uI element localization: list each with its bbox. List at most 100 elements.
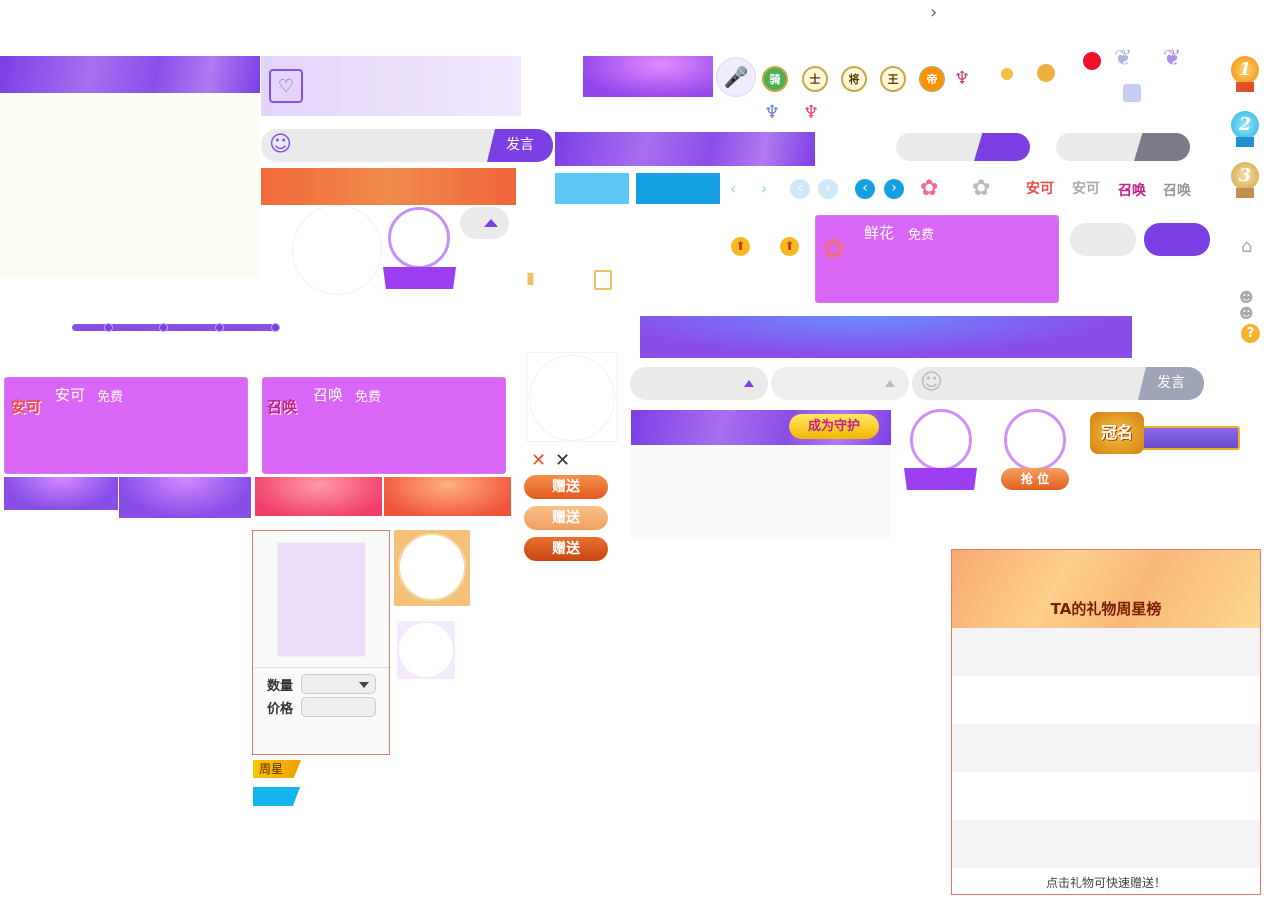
rank-row[interactable] xyxy=(952,724,1260,772)
caret-up-icon xyxy=(885,380,895,387)
gift-card-summon[interactable]: 召唤 召唤 免费 xyxy=(262,377,506,474)
chevron-right-icon[interactable]: › xyxy=(761,179,767,198)
home-icon[interactable]: ⌂ xyxy=(1241,236,1252,257)
wings-icon: ❦ xyxy=(1114,46,1133,71)
rank-1-medal-icon: 1 xyxy=(1231,56,1259,84)
king-level-icon: 王 xyxy=(880,66,906,92)
rank-row[interactable] xyxy=(952,628,1260,676)
close-icon[interactable]: ✕ xyxy=(531,450,546,471)
gradient-banner xyxy=(640,316,1132,358)
content-panel xyxy=(0,93,260,278)
gradient-tile xyxy=(384,477,511,516)
send-gift-button-hover[interactable]: 赠送 xyxy=(524,506,608,530)
chevron-right-icon[interactable]: › xyxy=(930,2,937,23)
dropdown-toggle[interactable] xyxy=(460,207,509,239)
caret-down-icon xyxy=(359,682,369,688)
toggle-switch-disabled[interactable] xyxy=(1056,133,1190,161)
avatar-frame xyxy=(388,207,450,269)
weekly-star-board: TA的礼物周星榜 点击礼物可快速赠送！ xyxy=(951,549,1261,895)
rose-icon[interactable]: ✿ xyxy=(920,176,938,201)
encore-sticker-icon[interactable]: 安可 xyxy=(1026,178,1054,198)
avatar-frame-small xyxy=(397,621,455,679)
dropdown-select[interactable] xyxy=(630,367,768,400)
send-gift-button-active[interactable]: 赠送 xyxy=(524,537,608,561)
rank-3-medal-icon: 3 xyxy=(1231,162,1259,190)
avatar-circle xyxy=(398,533,466,601)
chevron-left-icon[interactable]: ‹ xyxy=(730,179,736,198)
prev-circle-icon[interactable]: ‹ xyxy=(855,179,875,199)
next-circle-icon[interactable]: › xyxy=(818,179,838,199)
header-banner xyxy=(0,56,260,93)
coin-icon xyxy=(1037,64,1055,82)
dropdown-select-disabled[interactable] xyxy=(771,367,909,400)
divider xyxy=(253,667,389,668)
become-guardian-button[interactable]: 成为守护 xyxy=(789,414,879,439)
send-gift-button[interactable]: 赠送 xyxy=(524,475,608,499)
help-icon[interactable]: ? xyxy=(1241,324,1260,343)
upgrade-arrow-icon[interactable]: ⬆ xyxy=(780,237,799,256)
gradient-tile xyxy=(255,477,382,516)
seat-avatar-frame xyxy=(1004,409,1066,471)
guardian-avatar-frame xyxy=(910,409,972,471)
rank-row[interactable] xyxy=(952,772,1260,820)
close-icon-dark[interactable]: ✕ xyxy=(555,450,570,471)
encore-sticker-gray-icon[interactable]: 安可 xyxy=(1072,178,1100,198)
summon-sticker-gray-icon[interactable]: 召唤 xyxy=(1163,180,1191,200)
rose-gray-icon[interactable]: ✿ xyxy=(972,176,990,201)
avatar-ribbon xyxy=(383,267,456,289)
gradient-tile xyxy=(4,477,118,510)
upgrade-arrow-icon[interactable]: ⬆ xyxy=(731,237,750,256)
wing-shield-blue-icon: ♆ xyxy=(764,102,781,123)
board-header: TA的礼物周星榜 xyxy=(952,550,1260,628)
guardian-ribbon xyxy=(904,468,977,490)
smile-icon[interactable]: ☺ xyxy=(269,132,292,157)
send-button-disabled[interactable]: 发言 xyxy=(1138,367,1204,400)
gift-price-tag: 免费 xyxy=(97,390,124,405)
next-circle-icon[interactable]: › xyxy=(884,179,904,199)
toggle-switch[interactable] xyxy=(896,133,1030,161)
progress-node[interactable] xyxy=(159,323,168,332)
chat-input-disabled[interactable]: ☺ 发言 xyxy=(912,367,1204,400)
wing-shield-red-icon: ♆ xyxy=(803,102,820,123)
calendar-banner: ♡ xyxy=(261,56,521,116)
blue-button[interactable] xyxy=(636,173,720,204)
light-blue-button[interactable] xyxy=(555,173,629,204)
gradient-tile xyxy=(583,56,713,97)
progress-node[interactable] xyxy=(104,323,113,332)
toggle-knob xyxy=(974,133,1030,161)
microphone-icon[interactable]: 🎤 xyxy=(716,57,756,97)
rank-row[interactable] xyxy=(952,820,1260,868)
gift-card-flower[interactable]: ✿ 鲜花 免费 xyxy=(815,215,1059,303)
grab-seat-button[interactable]: 抢 位 xyxy=(1001,468,1069,490)
note-edit-icon[interactable] xyxy=(594,270,612,290)
avatar-circle xyxy=(399,623,453,677)
red-dot-icon xyxy=(1083,52,1101,70)
pill-button-purple[interactable] xyxy=(1144,223,1210,256)
users-icon[interactable]: ☻☻ xyxy=(1239,290,1264,322)
quantity-select[interactable] xyxy=(301,674,376,694)
progress-node[interactable] xyxy=(215,323,224,332)
signal-bars-icon[interactable]: ▮ xyxy=(526,268,546,288)
blue-tag xyxy=(253,787,300,806)
board-title: TA的礼物周星榜 xyxy=(1050,600,1162,618)
send-button[interactable]: 发言 xyxy=(487,129,553,162)
smile-icon[interactable]: ☺ xyxy=(920,370,943,395)
quantity-label: 数量 xyxy=(267,679,294,694)
rank-row[interactable] xyxy=(952,676,1260,724)
guard-header: 成为守护 xyxy=(631,410,891,445)
gift-name: 鲜花 xyxy=(864,224,895,242)
caret-up-icon xyxy=(484,219,498,227)
header-banner xyxy=(555,132,815,166)
avatar-circle xyxy=(529,355,615,441)
avatar-placeholder xyxy=(526,352,618,442)
chat-input[interactable]: ☺ 发言 xyxy=(261,129,553,162)
gift-price-tag: 免费 xyxy=(355,390,382,405)
summon-sticker-icon[interactable]: 召唤 xyxy=(1118,180,1146,200)
orange-banner xyxy=(261,168,516,205)
lock-icon xyxy=(1123,84,1141,102)
progress-node[interactable] xyxy=(271,323,280,332)
price-field xyxy=(301,697,376,717)
prev-circle-icon[interactable]: ‹ xyxy=(790,179,810,199)
pill-button-gray[interactable] xyxy=(1070,223,1136,256)
gift-card-encore[interactable]: 安可 安可 免费 xyxy=(4,377,248,474)
